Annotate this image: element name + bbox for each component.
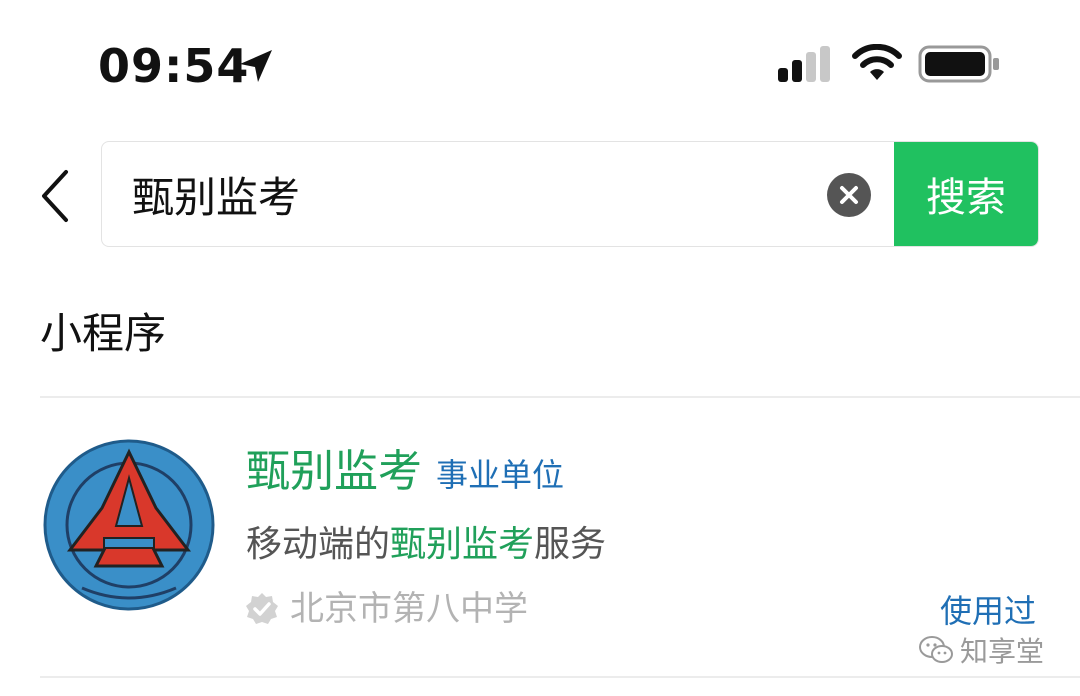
wechat-icon xyxy=(918,636,953,663)
section-title-mini-programs: 小程序 xyxy=(40,309,167,358)
result-divider xyxy=(40,676,1080,678)
result-title: 甄别监考 事业单位 xyxy=(246,444,564,503)
verified-badge-icon xyxy=(246,593,278,624)
result-description: 移动端的甄别监考服务 xyxy=(246,520,606,570)
wifi-icon xyxy=(852,44,902,80)
search-box: 搜索 xyxy=(101,141,1039,247)
section-divider xyxy=(40,396,1080,398)
owner-name: 北京市第八中学 xyxy=(290,589,528,629)
used-label: 使用过 xyxy=(939,592,1036,630)
status-time: 09:54 xyxy=(98,39,250,93)
result-badge: 事业单位 xyxy=(436,456,565,494)
cellular-signal-icon xyxy=(778,46,830,82)
desc-prefix: 移动端的 xyxy=(246,524,391,565)
chevron-left-icon[interactable] xyxy=(36,168,76,224)
watermark: 知享堂 xyxy=(918,630,1044,670)
watermark-text: 知享堂 xyxy=(959,635,1044,668)
result-name[interactable]: 甄别监考 xyxy=(246,444,422,500)
battery-icon xyxy=(918,45,999,83)
search-bar-row: 搜索 xyxy=(0,140,1080,252)
desc-highlight: 甄别监考 xyxy=(390,524,535,565)
result-owner: 北京市第八中学 xyxy=(244,586,528,632)
location-arrow-icon xyxy=(240,50,272,82)
desc-suffix: 服务 xyxy=(534,524,607,565)
status-bar: 09:54 xyxy=(0,0,1080,120)
clear-circle-icon[interactable] xyxy=(826,172,872,218)
search-input[interactable] xyxy=(132,142,812,246)
school-logo-icon xyxy=(43,439,215,611)
search-button[interactable]: 搜索 xyxy=(894,142,1038,246)
